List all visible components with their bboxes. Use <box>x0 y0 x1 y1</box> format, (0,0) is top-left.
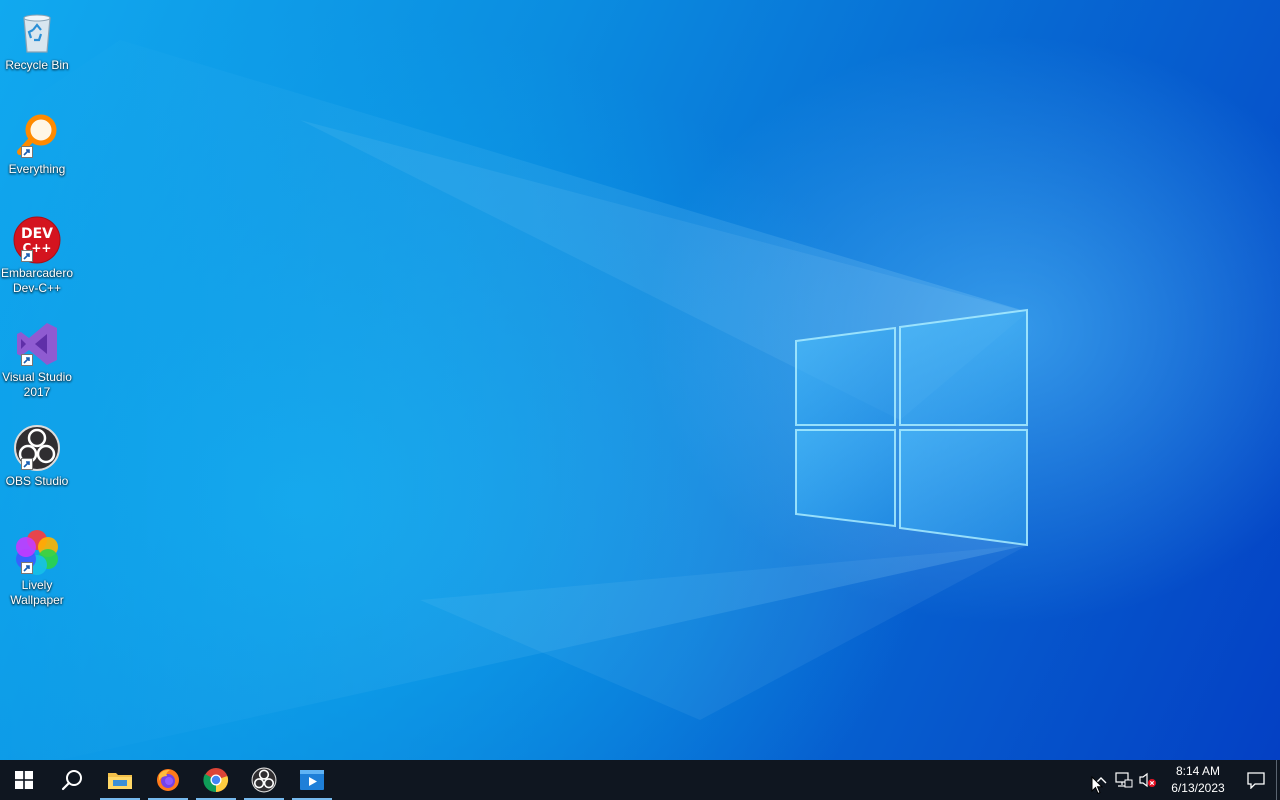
volume-button[interactable] <box>1136 760 1160 800</box>
desktop-icon-label: Everything <box>8 162 66 176</box>
chrome-icon <box>203 768 229 793</box>
start-button[interactable] <box>0 760 48 800</box>
desktop-wallpaper <box>0 0 1280 760</box>
file-explorer-icon <box>108 773 132 789</box>
network-status-button[interactable] <box>1112 760 1136 800</box>
desktop-icon-label: Visual Studio 2017 <box>2 370 72 399</box>
svg-text:DEV: DEV <box>21 226 53 242</box>
taskbar-app-obs-studio[interactable] <box>240 760 288 800</box>
shortcut-arrow-icon <box>21 146 33 158</box>
windows-start-icon <box>15 771 33 789</box>
obs-studio-icon <box>251 767 277 793</box>
desktop-icon-devcpp[interactable]: DEV C++ Embarcadero Dev-C++ <box>0 216 74 296</box>
desktop-icon-lively-wallpaper[interactable]: Lively Wallpaper <box>0 528 74 608</box>
network-icon <box>1115 772 1133 788</box>
desktop-icon-visual-studio[interactable]: Visual Studio 2017 <box>0 320 74 400</box>
taskbar: 8:14 AM 6/13/2023 <box>0 760 1280 800</box>
system-tray: 8:14 AM 6/13/2023 <box>1090 760 1280 800</box>
taskbar-app-media-player[interactable] <box>288 760 336 800</box>
desktop-icon-recycle-bin[interactable]: Recycle Bin <box>0 8 74 73</box>
desktop-icon-label: Embarcadero Dev-C++ <box>0 266 74 295</box>
show-desktop-button[interactable] <box>1276 760 1280 800</box>
search-button[interactable] <box>48 760 96 800</box>
clock-time: 8:14 AM <box>1175 764 1221 778</box>
recycle-bin-icon <box>23 14 51 53</box>
desktop-icon-obs-studio[interactable]: OBS Studio <box>0 424 74 489</box>
volume-muted-icon <box>1139 772 1156 788</box>
shortcut-arrow-icon <box>21 354 33 366</box>
notification-icon <box>1247 771 1265 789</box>
desktop-icon-label: Lively Wallpaper <box>10 578 64 607</box>
clock[interactable]: 8:14 AM 6/13/2023 <box>1166 763 1230 797</box>
taskbar-app-file-explorer[interactable] <box>96 760 144 800</box>
shortcut-arrow-icon <box>21 458 33 470</box>
desktop-icon-everything[interactable]: Everything <box>0 112 74 177</box>
media-player-icon <box>300 770 324 790</box>
taskbar-app-firefox[interactable] <box>144 760 192 800</box>
desktop-icon-label: Recycle Bin <box>5 58 69 72</box>
desktop-icon-label: OBS Studio <box>5 474 69 488</box>
mouse-cursor-icon <box>1091 776 1103 795</box>
search-icon <box>61 770 82 791</box>
action-center-button[interactable] <box>1236 760 1276 800</box>
shortcut-arrow-icon <box>21 250 33 262</box>
firefox-icon <box>157 769 179 791</box>
shortcut-arrow-icon <box>21 562 33 574</box>
taskbar-app-chrome[interactable] <box>192 760 240 800</box>
clock-date: 6/13/2023 <box>1171 781 1225 795</box>
